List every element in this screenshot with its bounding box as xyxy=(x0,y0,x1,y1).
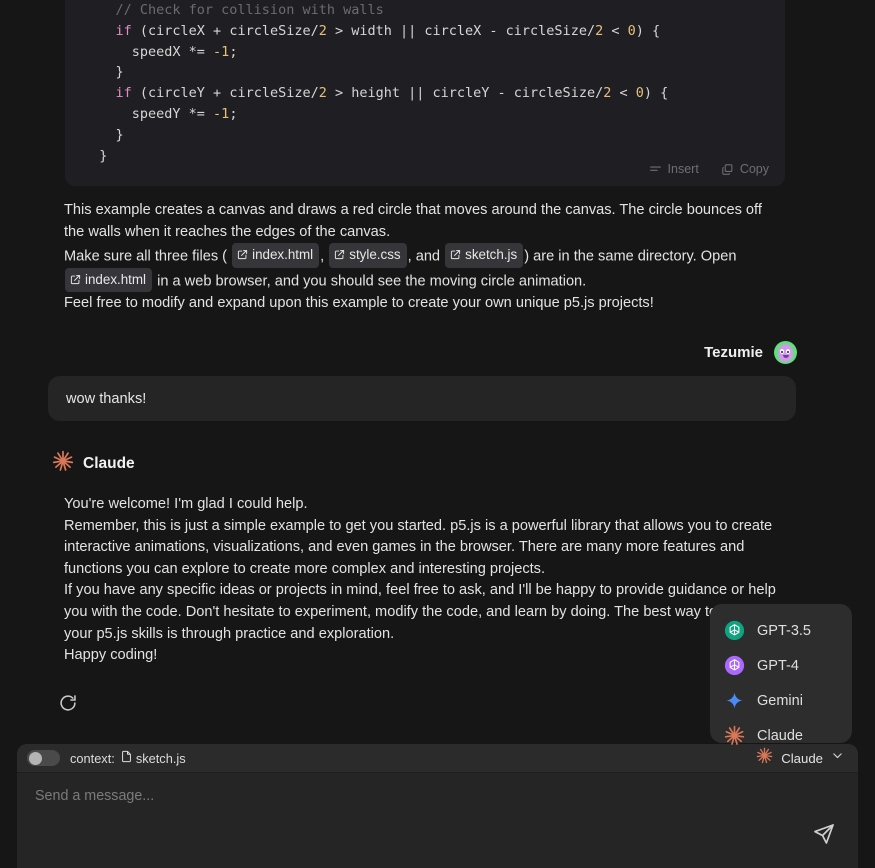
para2-sep-1: , xyxy=(320,248,325,265)
insert-lines-icon xyxy=(649,163,662,176)
assistant-message-body: You're welcome! I'm glad I could help. R… xyxy=(64,494,794,667)
avatar-pupil-left xyxy=(781,350,783,353)
context-toggle[interactable] xyxy=(27,750,60,766)
message-input-area[interactable]: Send a message... xyxy=(17,773,858,805)
message-input-placeholder: Send a message... xyxy=(35,788,155,804)
assistant-paragraph-1: You're welcome! I'm glad I could help. xyxy=(64,496,308,512)
avatar-pupil-right xyxy=(787,350,789,353)
openai-green-icon xyxy=(724,620,745,641)
explanation-paragraph-3: Feel free to modify and expand upon this… xyxy=(64,294,654,311)
external-link-icon xyxy=(237,249,248,260)
insert-label: Insert xyxy=(667,162,699,176)
assistant-turn-header: Claude xyxy=(52,450,135,477)
para2-sep-2: , and xyxy=(407,248,441,265)
context-file-name: sketch.js xyxy=(135,750,186,766)
toggle-knob xyxy=(28,751,42,765)
gemini-star-icon xyxy=(724,690,745,711)
para2-text-b: ) are in the same directory. Open xyxy=(524,248,737,265)
insert-button[interactable]: Insert xyxy=(649,162,699,176)
assistant-paragraph-2: Remember, this is just a simple example … xyxy=(64,517,773,577)
file-chip-label: index.html xyxy=(85,271,147,287)
assistant-paragraph-4: Happy coding! xyxy=(64,647,158,664)
refresh-icon xyxy=(57,695,79,718)
explanation-paragraph-2: Make sure all three files ( index.html , xyxy=(64,243,780,293)
context-file-chip[interactable]: sketch.js xyxy=(121,750,186,766)
file-icon xyxy=(121,750,132,766)
external-link-icon xyxy=(334,249,345,260)
file-chip-sketch-js[interactable]: sketch.js xyxy=(445,243,524,268)
regenerate-button[interactable] xyxy=(57,692,79,714)
send-paper-plane-icon xyxy=(812,824,836,850)
assistant-name: Claude xyxy=(83,454,135,472)
file-chip-label: style.css xyxy=(349,247,401,262)
model-menu-item-label: Claude xyxy=(757,727,803,744)
copy-icon xyxy=(721,163,734,176)
assistant-paragraph-3: If you have any specific ideas or projec… xyxy=(64,582,776,642)
model-menu-item-gpt-35[interactable]: GPT-3.5 xyxy=(710,613,852,648)
model-dropdown-menu: GPT-3.5 GPT-4 Gemini Claude xyxy=(710,604,852,745)
model-menu-item-gpt-4[interactable]: GPT-4 xyxy=(710,648,852,683)
external-link-icon xyxy=(450,249,461,260)
para2-text-a: Make sure all three files ( xyxy=(64,248,228,265)
send-button[interactable] xyxy=(812,822,836,846)
user-name: Tezumie xyxy=(704,344,763,361)
user-message-text: wow thanks! xyxy=(66,390,147,407)
claude-starburst-icon xyxy=(724,725,745,746)
external-link-icon xyxy=(70,274,81,285)
copy-label: Copy xyxy=(739,162,769,176)
user-message-bubble[interactable]: wow thanks! xyxy=(48,376,796,421)
chat-app-window: // Check for collision with walls if (ci… xyxy=(0,0,875,868)
model-menu-item-label: GPT-3.5 xyxy=(757,622,811,639)
file-chip-index-html[interactable]: index.html xyxy=(232,243,320,268)
assistant-explanation: This example creates a canvas and draws … xyxy=(64,200,780,314)
avatar xyxy=(774,341,797,364)
explanation-paragraph-1: This example creates a canvas and draws … xyxy=(64,202,762,240)
message-composer: context: sketch.js Claude Send a message… xyxy=(17,744,858,868)
file-chip-label: index.html xyxy=(252,247,314,262)
code-block: // Check for collision with walls if (ci… xyxy=(65,0,785,186)
code-content: // Check for collision with walls if (ci… xyxy=(83,2,669,164)
model-menu-item-label: GPT-4 xyxy=(757,657,799,674)
file-chip-index-html-2[interactable]: index.html xyxy=(65,267,153,293)
para2-text-c: in a web browser, and you should see the… xyxy=(157,273,587,289)
openai-purple-icon xyxy=(724,655,745,676)
model-menu-item-gemini[interactable]: Gemini xyxy=(710,683,852,718)
model-menu-item-label: Gemini xyxy=(757,692,803,709)
file-chip-style-css[interactable]: style.css xyxy=(329,243,407,268)
claude-starburst-icon xyxy=(52,450,74,477)
user-turn-header: Tezumie xyxy=(704,341,797,364)
file-chip-label: sketch.js xyxy=(465,247,518,262)
copy-button[interactable]: Copy xyxy=(721,162,769,176)
code-block-actions: Insert Copy xyxy=(649,162,769,176)
context-label: context: xyxy=(70,750,115,766)
model-menu-item-claude[interactable]: Claude xyxy=(710,718,852,753)
